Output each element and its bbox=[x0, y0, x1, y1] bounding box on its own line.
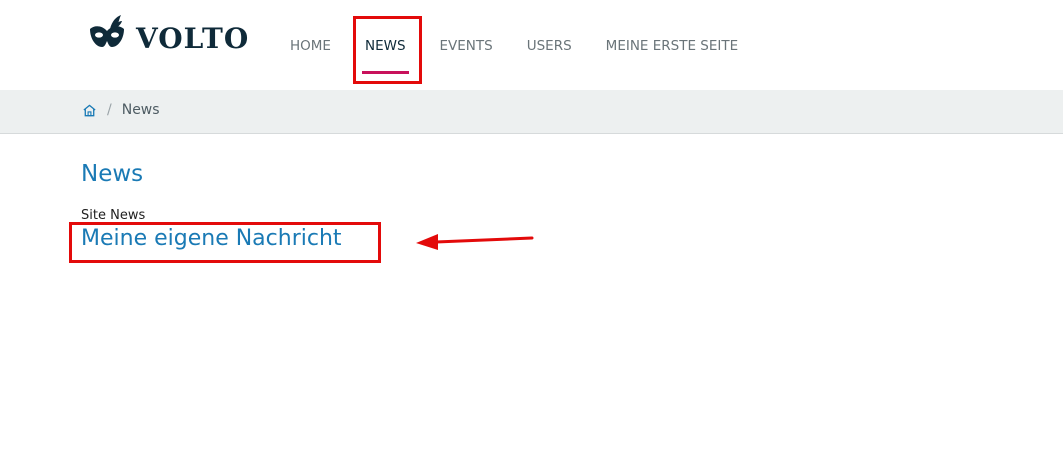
nav-item-news[interactable]: NEWS bbox=[348, 0, 423, 74]
breadcrumb-current: News bbox=[121, 102, 160, 118]
news-item-link[interactable]: Meine eigene Nachricht bbox=[81, 226, 342, 251]
nav-item-label: HOME bbox=[290, 38, 331, 54]
breadcrumb: / News bbox=[82, 102, 160, 118]
nav-item-events[interactable]: EVENTS bbox=[423, 0, 510, 54]
section-label: Site News bbox=[81, 208, 146, 223]
breadcrumb-separator: / bbox=[107, 102, 112, 118]
nav-item-label: USERS bbox=[526, 38, 572, 54]
nav-item-label: EVENTS bbox=[439, 38, 493, 54]
arrow-left-icon bbox=[416, 234, 534, 250]
main-nav: HOME NEWS EVENTS USERS MEINE ERSTE SEITE bbox=[273, 0, 755, 90]
nav-item-meine-erste-seite[interactable]: MEINE ERSTE SEITE bbox=[589, 0, 755, 54]
nav-item-label: MEINE ERSTE SEITE bbox=[605, 38, 739, 54]
nav-item-home[interactable]: HOME bbox=[273, 0, 348, 54]
site-logo[interactable]: VOLTO bbox=[86, 12, 249, 55]
page-title: News bbox=[81, 161, 144, 187]
nav-item-users[interactable]: USERS bbox=[510, 0, 589, 54]
active-nav-indicator bbox=[361, 71, 409, 74]
breadcrumb-bar: / News bbox=[0, 90, 1063, 134]
home-icon[interactable] bbox=[82, 103, 97, 118]
site-header: VOLTO HOME NEWS EVENTS USERS MEINE ERSTE… bbox=[0, 0, 1063, 90]
logo-text: VOLTO bbox=[136, 22, 250, 55]
mask-icon bbox=[90, 14, 124, 47]
nav-item-label: NEWS bbox=[364, 38, 406, 54]
